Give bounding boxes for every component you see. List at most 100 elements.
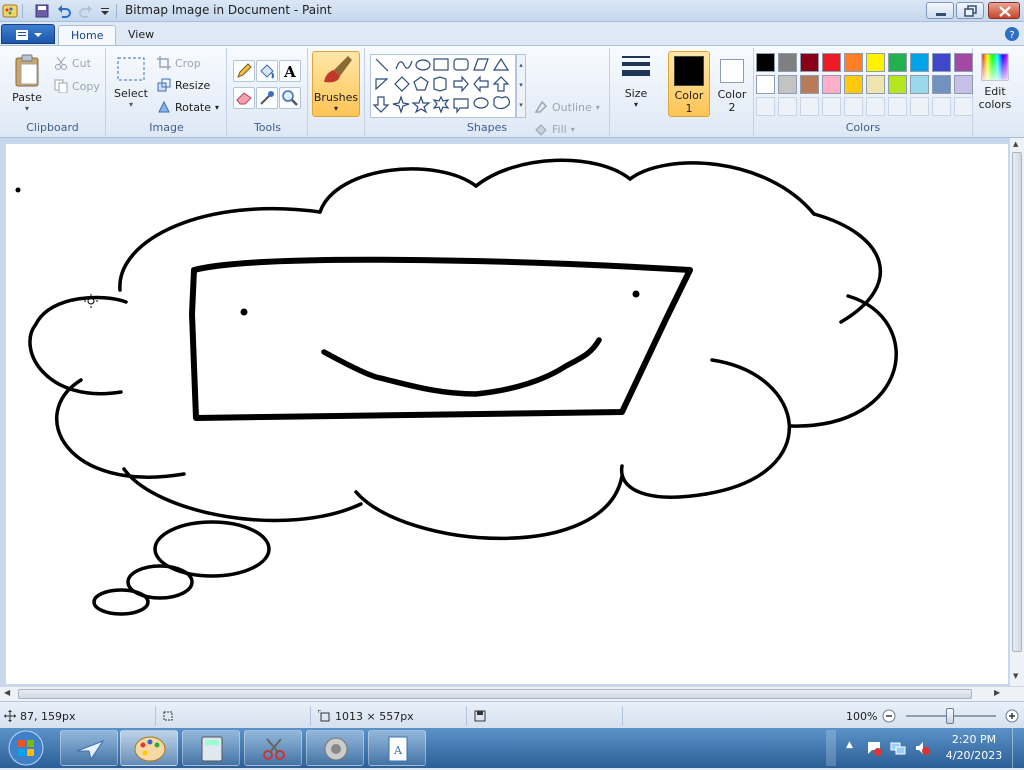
magnifier-icon — [282, 90, 298, 106]
close-button[interactable] — [988, 2, 1020, 19]
color-swatch[interactable] — [954, 53, 973, 72]
custom-color-slot[interactable] — [888, 97, 907, 116]
edit-colors-button[interactable]: Edit colors — [975, 52, 1015, 118]
color-swatch[interactable] — [822, 75, 841, 94]
fill-button[interactable]: Fill ▾ — [534, 122, 575, 136]
brushes-dropdown-icon: ▾ — [333, 104, 338, 113]
show-hidden-icons-icon[interactable]: ▲ — [846, 740, 853, 750]
shapes-gallery[interactable] — [370, 54, 516, 118]
rotate-label: Rotate — [175, 100, 212, 114]
custom-color-slot[interactable] — [932, 97, 951, 116]
select-button[interactable]: Select ▾ — [113, 54, 149, 116]
rotate-icon — [158, 100, 170, 113]
vertical-scrollbar[interactable]: ▲ ▼ — [1009, 138, 1024, 686]
volume-muted-icon[interactable] — [914, 740, 930, 756]
color-swatch[interactable] — [800, 75, 819, 94]
color1-button[interactable]: Color 1 — [668, 51, 710, 117]
show-desktop-button[interactable] — [1012, 728, 1024, 768]
wordpad-icon: A — [388, 736, 408, 762]
custom-color-slot[interactable] — [954, 97, 973, 116]
outline-button[interactable]: Outline ▾ — [534, 100, 600, 114]
vertical-scroll-thumb[interactable] — [1012, 152, 1022, 652]
resize-button[interactable]: Resize — [157, 78, 210, 92]
color-swatch[interactable] — [844, 53, 863, 72]
color-swatch[interactable] — [932, 53, 951, 72]
scroll-up-icon[interactable]: ▲ — [1013, 140, 1018, 148]
color-swatch[interactable] — [822, 53, 841, 72]
network-icon[interactable] — [890, 740, 906, 756]
color-swatch[interactable] — [756, 75, 775, 94]
tab-home[interactable]: Home — [58, 25, 117, 45]
taskbar-app-1[interactable] — [60, 730, 118, 766]
custom-color-slot[interactable] — [778, 97, 797, 116]
taskbar-scroll[interactable] — [826, 730, 836, 766]
shapes-scroll[interactable]: ▴ ▾ ▾ — [516, 54, 526, 118]
taskbar-media-player[interactable] — [306, 730, 364, 766]
action-center-icon[interactable] — [866, 740, 882, 756]
rotate-button[interactable]: Rotate ▾ — [157, 100, 219, 114]
taskbar-snipping-tool[interactable] — [244, 730, 302, 766]
undo-icon[interactable] — [56, 3, 72, 19]
crop-button[interactable]: Crop — [157, 56, 201, 70]
custom-color-slot[interactable] — [756, 97, 775, 116]
color-swatch[interactable] — [866, 75, 885, 94]
redo-icon[interactable] — [78, 3, 94, 19]
color-swatch[interactable] — [756, 53, 775, 72]
taskbar-wordpad[interactable]: A — [368, 730, 426, 766]
taskbar-paint[interactable] — [120, 730, 178, 766]
color-swatch[interactable] — [778, 53, 797, 72]
fill-tool[interactable] — [256, 60, 278, 82]
color-swatch[interactable] — [954, 75, 973, 94]
custom-color-slot[interactable] — [910, 97, 929, 116]
horizontal-scrollbar[interactable]: ◀ ▶ — [0, 686, 1024, 701]
help-icon[interactable]: ? — [1004, 26, 1020, 42]
restore-button[interactable] — [956, 2, 984, 19]
color-swatch[interactable] — [888, 75, 907, 94]
paste-dropdown-icon[interactable]: ▾ — [8, 104, 46, 113]
start-button[interactable] — [4, 729, 48, 767]
color-swatch[interactable] — [844, 75, 863, 94]
color-swatch[interactable] — [910, 75, 929, 94]
horizontal-scroll-thumb[interactable] — [18, 689, 972, 699]
custom-color-slot[interactable] — [844, 97, 863, 116]
drawing-canvas[interactable] — [6, 144, 1008, 684]
minimize-button[interactable] — [926, 2, 954, 19]
brushes-button[interactable]: Brushes ▾ — [312, 51, 360, 117]
file-menu-button[interactable] — [1, 24, 55, 44]
paint-app-icon[interactable] — [2, 3, 18, 19]
eraser-icon — [236, 92, 252, 105]
custom-color-slot[interactable] — [822, 97, 841, 116]
color-swatch[interactable] — [866, 53, 885, 72]
color-picker-tool[interactable] — [256, 87, 278, 109]
pencil-tool[interactable] — [233, 60, 255, 82]
cut-button[interactable]: Cut — [54, 56, 91, 70]
scroll-left-icon[interactable]: ◀ — [4, 688, 10, 697]
scroll-right-icon[interactable]: ▶ — [994, 688, 1000, 697]
resize-icon — [157, 78, 171, 92]
color-swatch[interactable] — [778, 75, 797, 94]
zoom-in-icon[interactable] — [1005, 709, 1019, 723]
magnifier-tool[interactable] — [279, 87, 301, 109]
color-swatch[interactable] — [888, 53, 907, 72]
custom-color-slot[interactable] — [866, 97, 885, 116]
paste-button[interactable]: Paste ▾ — [8, 54, 46, 116]
custom-color-slot[interactable] — [800, 97, 819, 116]
customize-qa-icon[interactable] — [99, 3, 115, 19]
color-swatch[interactable] — [910, 53, 929, 72]
zoom-slider-thumb[interactable] — [946, 708, 954, 724]
color-swatch[interactable] — [932, 75, 951, 94]
eraser-tool[interactable] — [233, 87, 255, 109]
close-icon — [999, 6, 1011, 17]
taskbar-clock[interactable]: 2:20 PM 4/20/2023 — [938, 732, 1010, 764]
text-tool[interactable]: A — [279, 60, 301, 82]
copy-button[interactable]: Copy — [54, 79, 100, 93]
color-swatch[interactable] — [800, 53, 819, 72]
save-icon[interactable] — [34, 3, 50, 19]
taskbar-calculator[interactable] — [182, 730, 240, 766]
scroll-down-icon[interactable]: ▼ — [1013, 672, 1018, 680]
size-button[interactable]: Size ▾ — [615, 52, 657, 118]
zoom-out-icon[interactable] — [882, 709, 896, 723]
select-dropdown-icon[interactable]: ▾ — [113, 100, 149, 109]
color2-button[interactable]: Color 2 — [712, 51, 752, 117]
tab-view[interactable]: View — [116, 25, 166, 45]
